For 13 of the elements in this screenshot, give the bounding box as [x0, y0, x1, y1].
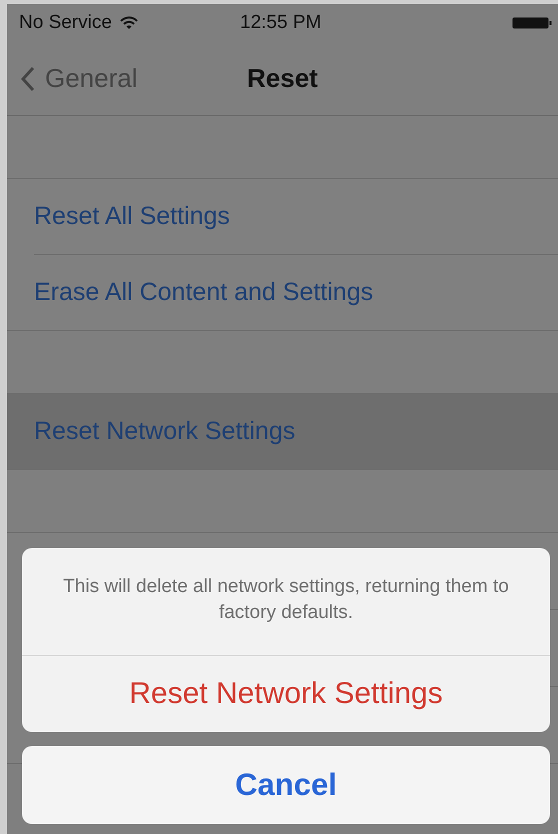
sheet-message: This will delete all network settings, returning them to factory defaults. — [22, 548, 550, 656]
back-button[interactable]: General — [7, 63, 138, 94]
carrier-name: No Service — [19, 12, 112, 34]
battery-icon — [512, 16, 552, 30]
wifi-icon — [120, 16, 138, 30]
nav-title: Reset — [247, 63, 318, 94]
reset-network-button[interactable]: Reset Network Settings — [22, 656, 550, 732]
status-time: 12:55 PM — [240, 12, 322, 34]
cancel-button[interactable]: Cancel — [22, 746, 550, 824]
settings-row[interactable]: Reset All Settings — [34, 179, 558, 255]
settings-row[interactable]: Erase All Content and Settings — [34, 255, 558, 330]
chevron-left-icon — [21, 66, 35, 92]
settings-row[interactable]: Reset Network Settings — [7, 394, 558, 469]
